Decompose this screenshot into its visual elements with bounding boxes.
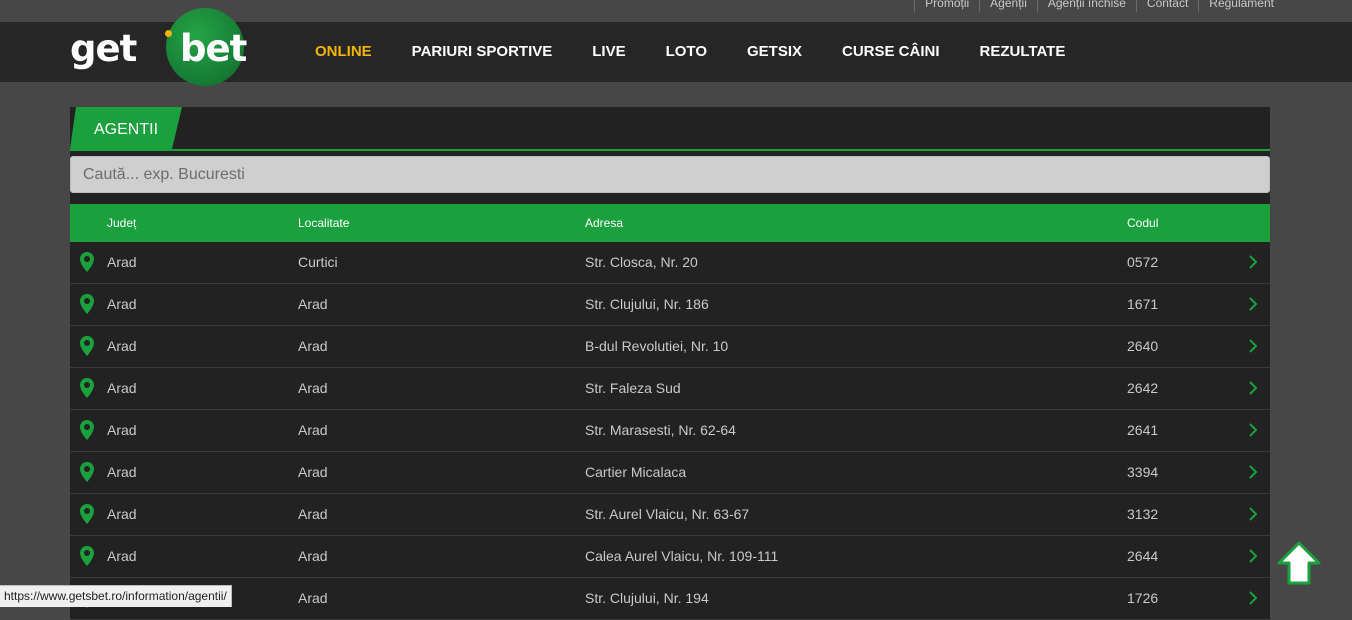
header-judet: Județ [107, 216, 137, 230]
table-row[interactable]: Arad Arad Cartier Micalaca 3394 [70, 452, 1270, 494]
cell-codul: 3394 [1127, 464, 1159, 480]
cell-localitate: Arad [298, 548, 328, 564]
cell-codul: 2640 [1127, 338, 1159, 354]
cell-adresa: Cartier Micalaca [585, 464, 687, 480]
cell-adresa: Str. Clujului, Nr. 194 [585, 590, 709, 606]
map-pin-icon [80, 546, 94, 566]
table-row[interactable]: Arad Arad B-dul Revolutiei, Nr. 10 2640 [70, 326, 1270, 368]
nav-live[interactable]: LIVE [572, 22, 645, 82]
search-input[interactable] [70, 156, 1270, 193]
table-row[interactable]: Arad Arad Str. Aurel Vlaicu, Nr. 63-67 3… [70, 494, 1270, 536]
nav-loto[interactable]: LOTO [646, 22, 727, 82]
table-header: Județ Localitate Adresa Codul [70, 204, 1270, 242]
agents-panel: AGENTII Județ Localitate Adresa Codul Ar… [70, 107, 1270, 620]
logo[interactable]: get bet [68, 8, 248, 86]
cell-judet: Arad [107, 380, 137, 396]
header-localitate: Localitate [298, 216, 350, 230]
cell-codul: 3132 [1127, 506, 1159, 522]
map-pin-icon [80, 462, 94, 482]
nav-getsix[interactable]: GETSIX [727, 22, 822, 82]
cell-adresa: Str. Closca, Nr. 20 [585, 254, 698, 270]
cell-judet: Arad [107, 422, 137, 438]
map-pin-icon [80, 378, 94, 398]
chevron-right-icon[interactable] [1248, 591, 1258, 605]
table-row[interactable]: Arad Arad Calea Aurel Vlaicu, Nr. 109-11… [70, 536, 1270, 578]
status-bar-url: https://www.getsbet.ro/information/agent… [0, 585, 232, 607]
cell-codul: 2642 [1127, 380, 1159, 396]
cell-localitate: Arad [298, 422, 328, 438]
cell-judet: Arad [107, 254, 137, 270]
cell-adresa: Str. Faleza Sud [585, 380, 681, 396]
top-link-regulament[interactable]: Regulament [1198, 0, 1284, 12]
header-adresa: Adresa [585, 216, 624, 230]
chevron-right-icon[interactable] [1248, 381, 1258, 395]
nav-rezultate[interactable]: REZULTATE [960, 22, 1086, 82]
chevron-right-icon[interactable] [1248, 423, 1258, 437]
cell-localitate: Arad [298, 506, 328, 522]
table-row[interactable]: Arad Curtici Str. Closca, Nr. 20 0572 [70, 242, 1270, 284]
cell-localitate: Arad [298, 590, 328, 606]
nav-pariuri-sportive[interactable]: PARIURI SPORTIVE [392, 22, 573, 82]
cell-judet: Arad [107, 506, 137, 522]
chevron-right-icon[interactable] [1248, 465, 1258, 479]
table-row[interactable]: Arad Arad Str. Marasesti, Nr. 62-64 2641 [70, 410, 1270, 452]
agents-list: Arad Curtici Str. Closca, Nr. 20 0572 Ar… [70, 242, 1270, 620]
logo-text-bet: bet [180, 27, 247, 70]
cell-localitate: Curtici [298, 254, 338, 270]
map-pin-icon [80, 420, 94, 440]
top-link-contact[interactable]: Contact [1135, 0, 1198, 12]
nav-curse-caini[interactable]: CURSE CÂINI [822, 22, 960, 82]
chevron-right-icon[interactable] [1248, 339, 1258, 353]
table-row[interactable]: Arad Arad Str. Clujului, Nr. 194 1726 [70, 578, 1270, 620]
map-pin-icon [80, 294, 94, 314]
panel-header: AGENTII [70, 107, 1270, 151]
cell-localitate: Arad [298, 380, 328, 396]
nav-online[interactable]: ONLINE [295, 22, 392, 82]
tab-agentii[interactable]: AGENTII [70, 107, 182, 149]
top-link-agentii[interactable]: Agenții [979, 0, 1037, 12]
arrow-up-icon[interactable] [1276, 540, 1322, 586]
cell-judet: Arad [107, 296, 137, 312]
chevron-right-icon[interactable] [1248, 297, 1258, 311]
map-pin-icon [80, 504, 94, 524]
cell-codul: 1671 [1127, 296, 1159, 312]
cell-judet: Arad [107, 338, 137, 354]
main-nav: ONLINE PARIURI SPORTIVE LIVE LOTO GETSIX… [295, 22, 1085, 82]
cell-codul: 0572 [1127, 254, 1159, 270]
cell-judet: Arad [107, 464, 137, 480]
table-row[interactable]: Arad Arad Str. Clujului, Nr. 186 1671 [70, 284, 1270, 326]
cell-adresa: Str. Aurel Vlaicu, Nr. 63-67 [585, 506, 750, 522]
header-codul: Codul [1127, 216, 1159, 230]
table-row[interactable]: Arad Arad Str. Faleza Sud 2642 [70, 368, 1270, 410]
chevron-right-icon[interactable] [1248, 549, 1258, 563]
top-links: Promoții Agenții Agenții închise Contact… [914, 0, 1284, 12]
cell-adresa: B-dul Revolutiei, Nr. 10 [585, 338, 729, 354]
cell-adresa: Str. Clujului, Nr. 186 [585, 296, 709, 312]
top-link-promotii[interactable]: Promoții [914, 0, 979, 12]
cell-codul: 2641 [1127, 422, 1159, 438]
cell-codul: 2644 [1127, 548, 1159, 564]
cell-judet: Arad [107, 548, 137, 564]
cell-adresa: Str. Marasesti, Nr. 62-64 [585, 422, 736, 438]
cell-localitate: Arad [298, 338, 328, 354]
cell-adresa: Calea Aurel Vlaicu, Nr. 109-111 [585, 548, 779, 564]
chevron-right-icon[interactable] [1248, 507, 1258, 521]
header: get bet ONLINE PARIURI SPORTIVE LIVE LOT… [0, 8, 1352, 86]
logo-text-get: get [70, 27, 137, 70]
cell-localitate: Arad [298, 464, 328, 480]
logo-dot [165, 30, 172, 37]
map-pin-icon [80, 336, 94, 356]
top-link-agentii-inchise[interactable]: Agenții închise [1036, 0, 1136, 12]
map-pin-icon [80, 252, 94, 272]
cell-codul: 1726 [1127, 590, 1159, 606]
cell-localitate: Arad [298, 296, 328, 312]
chevron-right-icon[interactable] [1248, 255, 1258, 269]
